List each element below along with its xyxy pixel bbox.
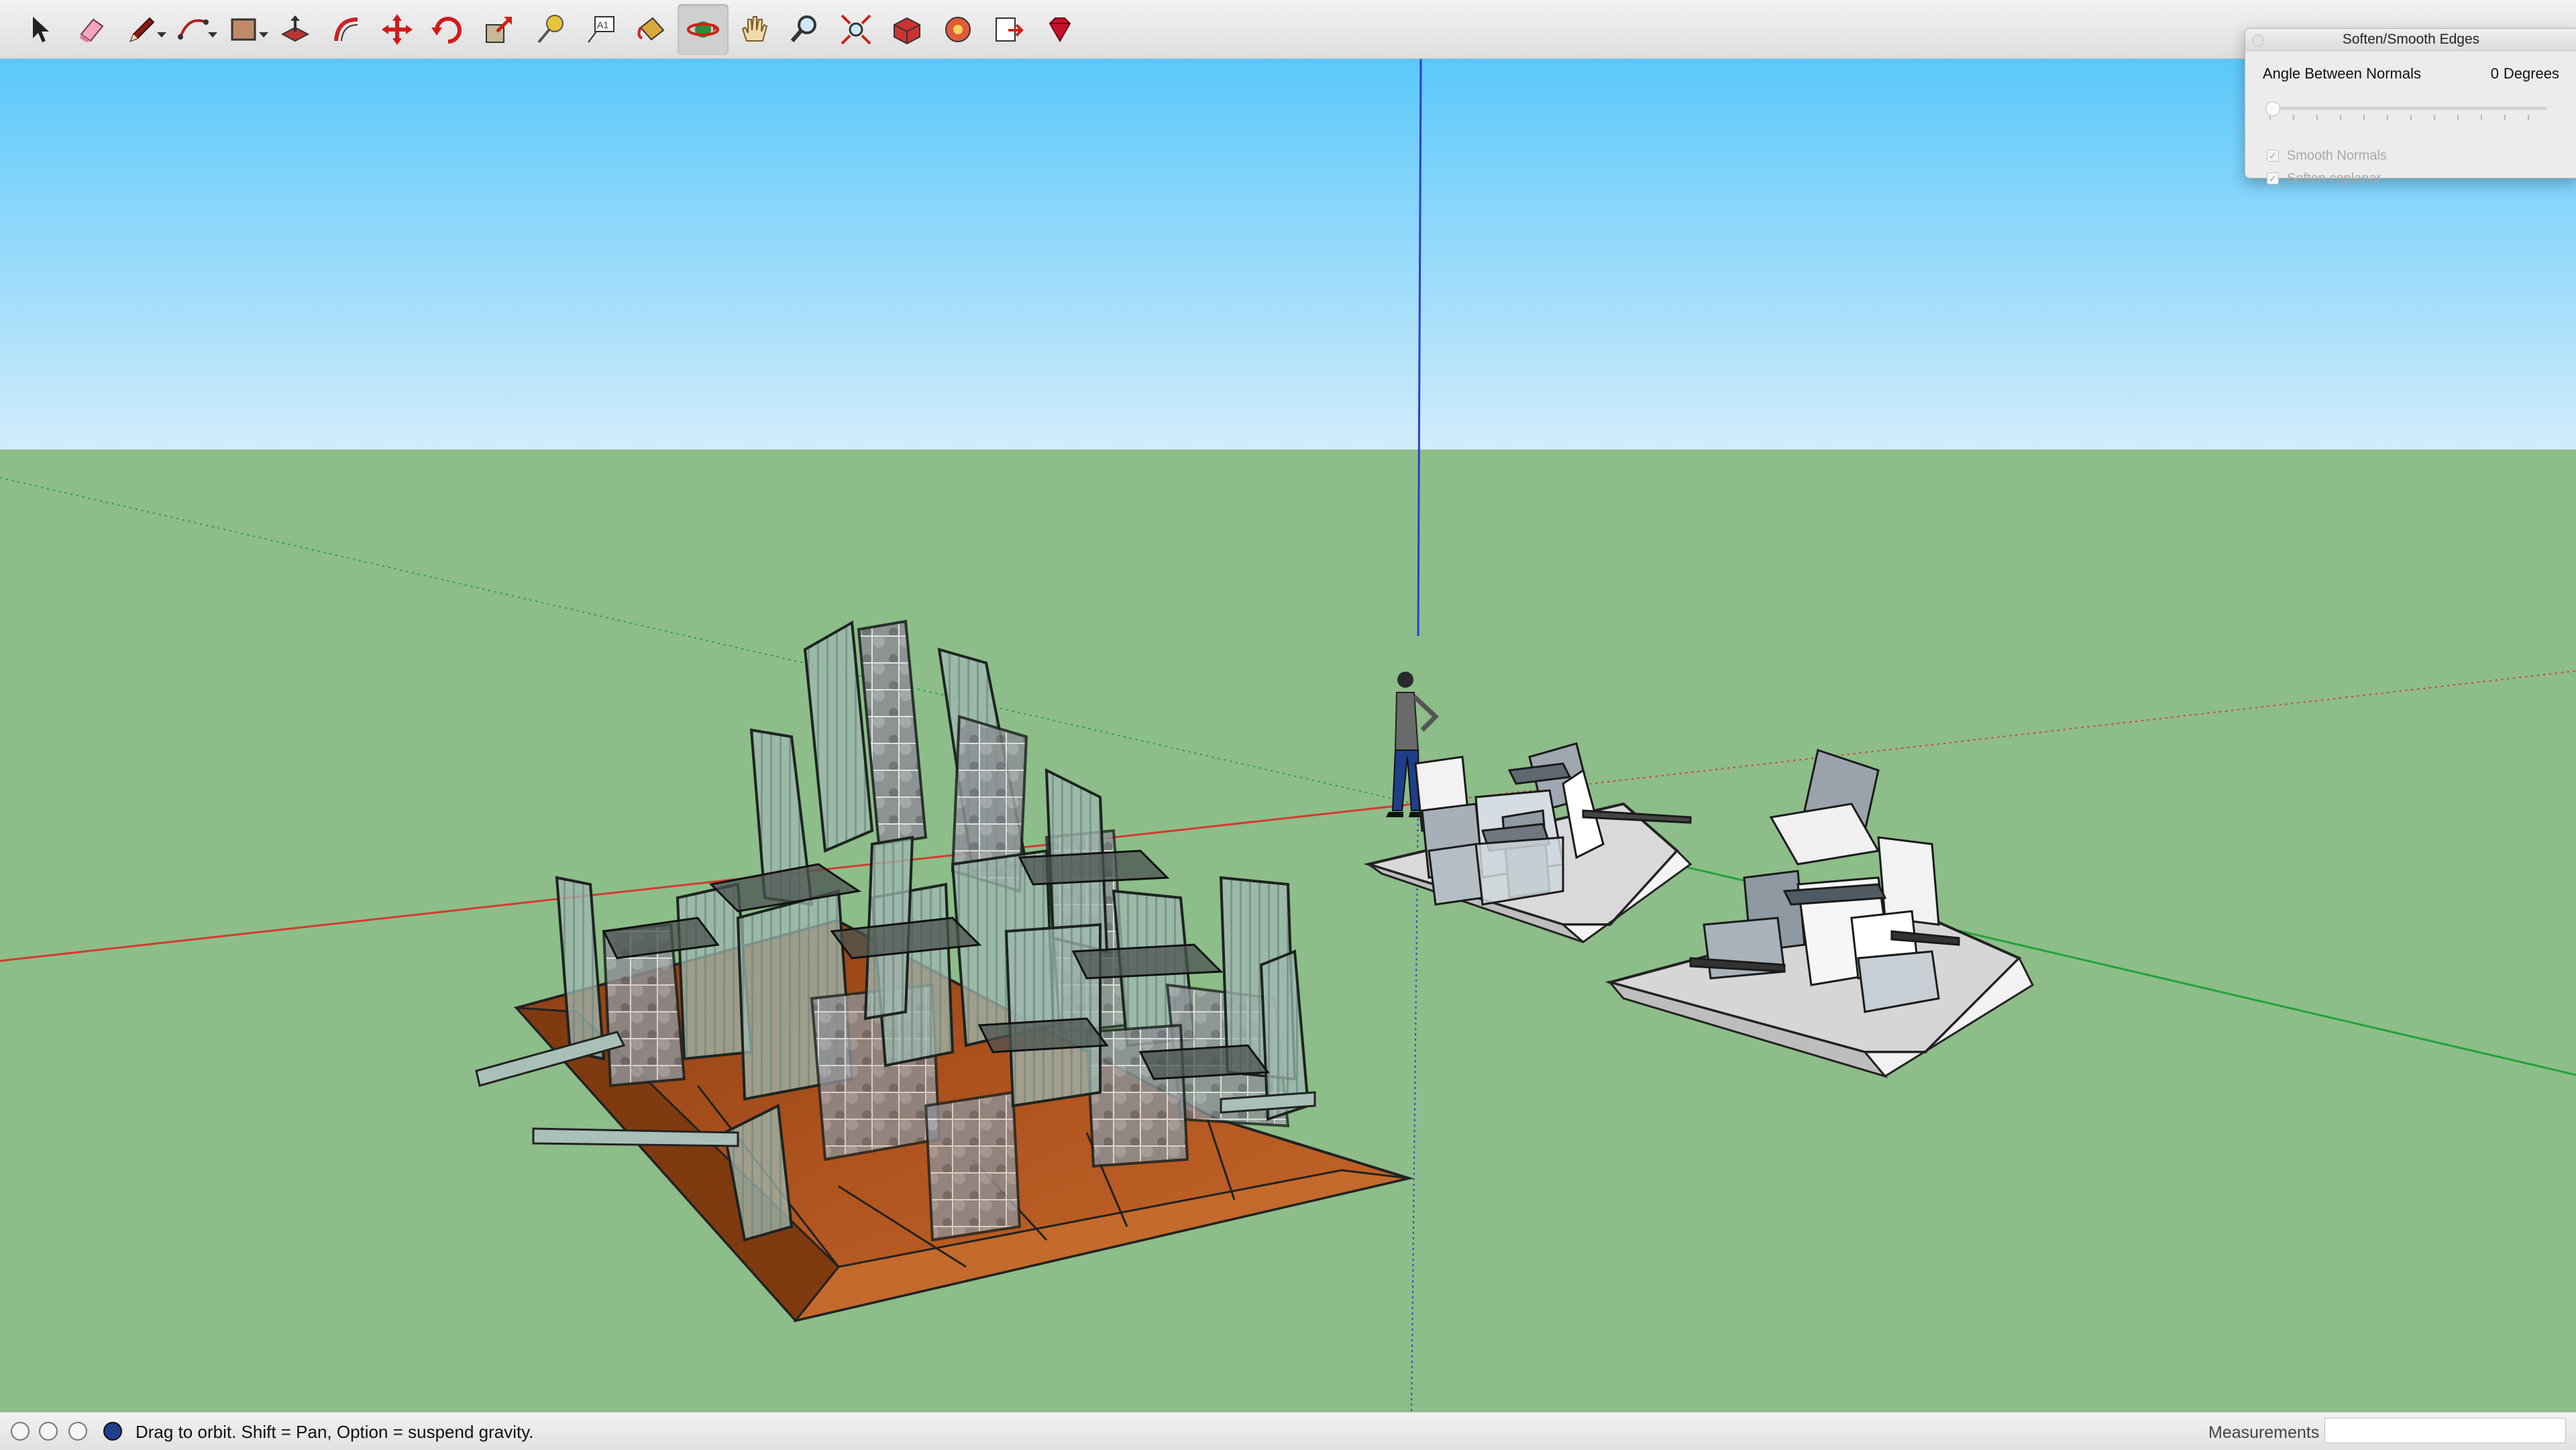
send-to-layout-button[interactable] [983, 4, 1034, 55]
rotate-tool-button[interactable] [423, 4, 474, 55]
measurements-label: Measurements [2208, 1423, 2320, 1442]
eraser-icon [80, 18, 104, 42]
tape-measure-icon [537, 14, 564, 43]
soften-coplanar-label: Soften coplanar [2287, 170, 2381, 186]
smooth-normals-label: Smooth Normals [2287, 148, 2387, 163]
orbit-icon [687, 21, 719, 38]
3d-warehouse-icon [894, 17, 920, 44]
chevron-down-icon[interactable] [208, 32, 217, 38]
angle-between-normals-row: Angle Between Normals 0 Degrees [2263, 65, 2559, 84]
angle-unit: Degrees [2503, 65, 2559, 82]
soften-coplanar-checkbox[interactable]: ✓ [2267, 172, 2279, 185]
angle-value: 0 [2490, 65, 2499, 82]
slider-track[interactable] [2269, 107, 2547, 110]
rectangle-icon [231, 18, 256, 40]
orbit-tool-button[interactable] [678, 3, 729, 55]
zoom-extents-tool-button[interactable] [830, 4, 881, 55]
measurements-input[interactable] [2324, 1418, 2566, 1443]
svg-text:A1: A1 [597, 19, 608, 30]
chevron-down-icon[interactable] [157, 32, 166, 38]
model-viewport[interactable] [0, 59, 2576, 1412]
arc-icon [178, 19, 209, 40]
text-icon: A1 [588, 15, 614, 43]
arc-tool-button[interactable] [168, 4, 219, 55]
extension-warehouse-button[interactable] [932, 4, 983, 55]
status-bar: Drag to orbit. Shift = Pan, Option = sus… [0, 1412, 2576, 1450]
angle-label: Angle Between Normals [2263, 65, 2422, 82]
angle-slider[interactable] [2265, 100, 2547, 120]
smooth-normals-checkbox[interactable]: ✓ [2267, 150, 2279, 162]
credits-icon[interactable] [39, 1422, 58, 1441]
select-tool-button[interactable] [15, 4, 66, 55]
sky [0, 59, 2576, 450]
move-icon [382, 13, 413, 45]
instructor-help-icon[interactable] [103, 1422, 122, 1441]
slider-ticks [2269, 115, 2547, 120]
pencil-line-icon [129, 17, 155, 42]
scene-canvas[interactable] [0, 59, 2576, 1412]
user-account-icon[interactable] [68, 1422, 87, 1441]
smooth-normals-option[interactable]: ✓ Smooth Normals [2267, 147, 2387, 164]
tape-measure-tool-button[interactable] [525, 4, 576, 55]
push-pull-tool-button[interactable] [270, 4, 321, 55]
slider-thumb[interactable] [2265, 101, 2280, 116]
offset-tool-button[interactable] [321, 4, 372, 55]
extension-warehouse-icon [945, 16, 971, 42]
close-icon[interactable] [2252, 34, 2264, 46]
offset-icon [334, 17, 358, 41]
push-pull-icon [280, 15, 310, 42]
zoom-extents-icon [841, 14, 871, 44]
geo-location-icon[interactable] [11, 1422, 30, 1441]
ruby-console-icon [1049, 17, 1071, 42]
scale-tool-button[interactable] [474, 4, 525, 55]
main-toolbar: A1 [0, 0, 2576, 59]
eraser-tool-button[interactable] [66, 4, 117, 55]
rectangle-tool-button[interactable] [219, 4, 270, 55]
3d-warehouse-button[interactable] [881, 4, 932, 55]
pan-hand-icon [741, 15, 768, 42]
paint-bucket-icon [637, 17, 665, 40]
line-tool-button[interactable] [117, 4, 168, 55]
move-tool-button[interactable] [372, 4, 423, 55]
status-hint-text: Drag to orbit. Shift = Pan, Option = sus… [136, 1422, 534, 1442]
rotate-icon [431, 16, 462, 44]
soften-coplanar-option[interactable]: ✓ Soften coplanar [2267, 170, 2381, 187]
zoom-tool-button[interactable] [780, 4, 830, 55]
send-to-layout-icon [996, 17, 1024, 42]
ruby-console-button[interactable] [1034, 4, 1085, 55]
text-tool-button[interactable]: A1 [576, 4, 627, 55]
pan-tool-button[interactable] [729, 4, 780, 55]
scale-icon [486, 16, 512, 43]
paint-bucket-tool-button[interactable] [627, 4, 678, 55]
soften-smooth-edges-panel: Soften/Smooth Edges Angle Between Normal… [2245, 28, 2576, 186]
panel-title: Soften/Smooth Edges [2342, 32, 2480, 47]
zoom-icon [790, 15, 816, 42]
select-arrow-icon [33, 16, 49, 42]
chevron-down-icon[interactable] [259, 32, 268, 38]
panel-titlebar[interactable]: Soften/Smooth Edges [2245, 29, 2576, 51]
